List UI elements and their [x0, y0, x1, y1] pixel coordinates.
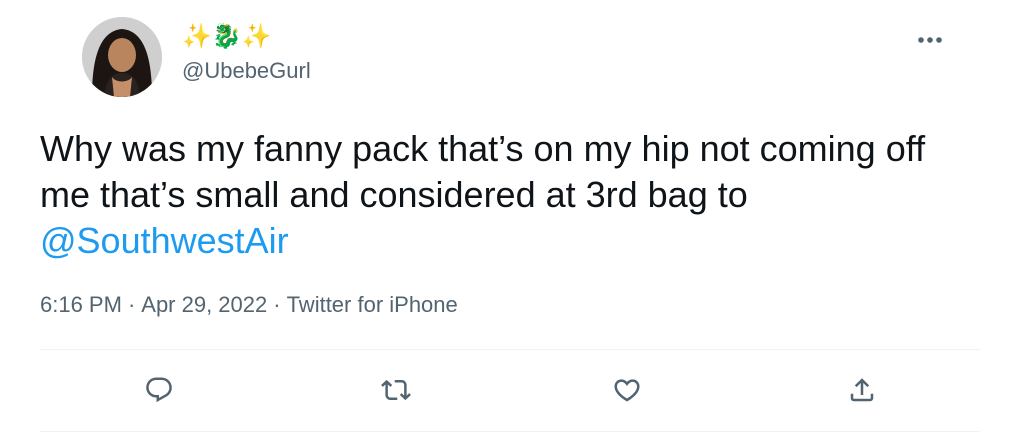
- share-icon: [850, 378, 874, 402]
- tweet-body: Why was my fanny pack that’s on my hip n…: [40, 128, 926, 215]
- tweet-header: ✨🐉✨ @UbebeGurl: [42, 0, 982, 112]
- reply-icon: [146, 377, 172, 403]
- tweet-text: Why was my fanny pack that’s on my hip n…: [40, 126, 970, 264]
- reply-button[interactable]: [139, 370, 179, 410]
- more-options-icon: [918, 37, 942, 43]
- retweet-icon: [381, 379, 411, 401]
- tweet-time[interactable]: 6:16 PM: [40, 292, 122, 317]
- tweet-date[interactable]: Apr 29, 2022: [141, 292, 267, 317]
- meta-separator: ·: [273, 292, 281, 317]
- like-button[interactable]: [607, 370, 647, 410]
- user-avatar-icon: [82, 17, 162, 97]
- divider: [40, 349, 980, 350]
- divider: [40, 431, 980, 432]
- tweet-meta: 6:16 PM · Apr 29, 2022 · Twitter for iPhone: [40, 290, 458, 320]
- like-icon: [614, 379, 640, 402]
- user-handle[interactable]: @UbebeGurl: [182, 56, 311, 86]
- share-button[interactable]: [842, 370, 882, 410]
- more-options-button[interactable]: [914, 24, 946, 56]
- tweet-card: ✨🐉✨ @UbebeGurl Why was my fanny pack tha…: [0, 0, 1024, 446]
- avatar[interactable]: [82, 17, 162, 97]
- action-bar: [40, 360, 980, 420]
- meta-separator: ·: [127, 292, 136, 317]
- display-name[interactable]: ✨🐉✨: [182, 20, 272, 54]
- retweet-button[interactable]: [376, 370, 416, 410]
- mention-link[interactable]: @SouthwestAir: [40, 220, 289, 261]
- tweet-source[interactable]: Twitter for iPhone: [287, 292, 458, 317]
